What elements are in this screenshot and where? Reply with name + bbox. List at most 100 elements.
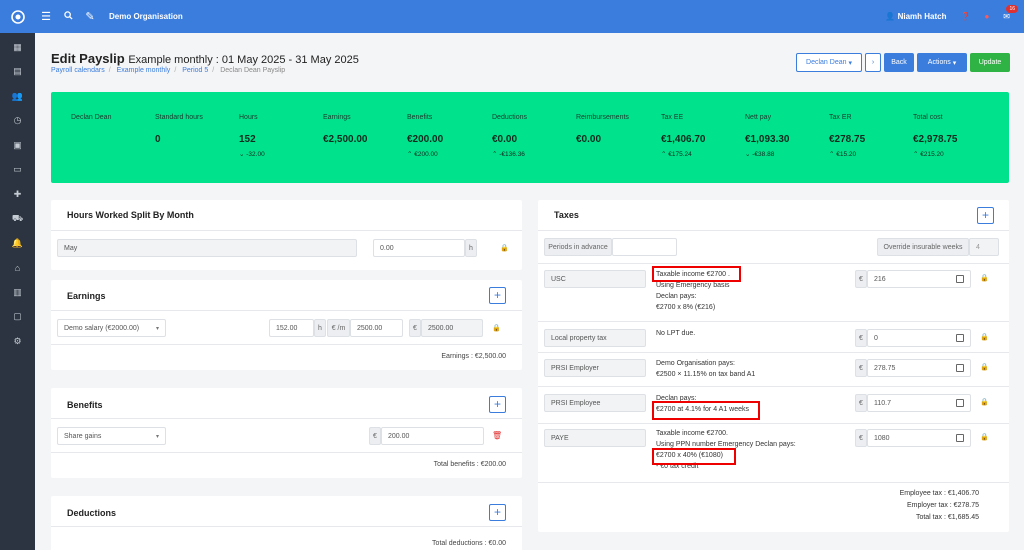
- lock-icon[interactable]: 🔒: [980, 433, 989, 441]
- earning-hours-unit: h: [314, 319, 326, 337]
- usc-override-checkbox[interactable]: [956, 275, 964, 283]
- taxes-card: Taxes + Periods in advance Override insu…: [538, 200, 1009, 532]
- dashboard-icon[interactable]: ▦: [0, 35, 35, 60]
- highlight-box: [652, 266, 741, 282]
- lpt-currency: €: [855, 329, 867, 347]
- caret-down-icon: ▾: [848, 59, 852, 67]
- benefit-amount-input[interactable]: 200.00: [381, 427, 484, 445]
- benefit-type-select[interactable]: Share gains ▾: [57, 427, 166, 445]
- employer-tax-total: Employer tax : €278.75: [907, 502, 979, 509]
- organisation-name[interactable]: Demo Organisation: [109, 12, 183, 21]
- earning-currency: €: [409, 319, 421, 337]
- plus-icon[interactable]: ✚: [0, 182, 35, 207]
- next-employee-button[interactable]: ›: [865, 53, 881, 72]
- plus-icon: +: [981, 208, 989, 222]
- summary-benefits: Benefits €200.00 ⌃ €200.00: [407, 114, 444, 158]
- highlight-box: [652, 448, 736, 465]
- paye-override-checkbox[interactable]: [956, 434, 964, 442]
- gear-icon[interactable]: ⚙: [0, 329, 35, 354]
- earning-rate-unit: € /m: [327, 319, 350, 337]
- lock-icon[interactable]: 🔒: [980, 363, 989, 371]
- help-icon[interactable]: ❓: [960, 12, 970, 21]
- search-icon[interactable]: [57, 10, 79, 23]
- menu-icon[interactable]: ☰: [35, 10, 57, 23]
- chart-icon[interactable]: ▥: [0, 280, 35, 305]
- add-benefit-button[interactable]: +: [489, 396, 506, 413]
- plus-icon: +: [493, 397, 501, 411]
- update-button[interactable]: Update: [970, 53, 1010, 72]
- month-hours-input[interactable]: 0.00: [373, 239, 465, 257]
- month-field: May: [57, 239, 357, 257]
- earning-type-select[interactable]: Demo salary (€2000.00) ▾: [57, 319, 166, 337]
- summary-reimbursements: Reimbursements €0.00: [576, 114, 629, 145]
- taxes-title: Taxes: [554, 210, 579, 220]
- lock-icon[interactable]: 🔒: [980, 398, 989, 406]
- pen-icon[interactable]: ✎: [79, 10, 101, 23]
- car-icon[interactable]: ⛟: [0, 207, 35, 232]
- actions-button[interactable]: Actions ▾: [917, 53, 967, 72]
- notification-badge: 16: [1006, 5, 1018, 13]
- deductions-total: Total deductions : €0.00: [432, 540, 506, 547]
- document-icon[interactable]: ▢: [0, 305, 35, 330]
- lock-icon[interactable]: 🔒: [980, 274, 989, 282]
- prsi-employer-override-checkbox[interactable]: [956, 364, 964, 372]
- top-bar: ☰ ✎ Demo Organisation 👤 Niamh Hatch ❓ ● …: [0, 0, 1024, 33]
- summary-earnings: Earnings €2,500.00: [323, 114, 368, 145]
- caret-down-icon: ▾: [155, 325, 159, 332]
- tax-name-prsi-employer: PRSI Employer: [544, 359, 646, 377]
- people-icon[interactable]: 👥: [0, 84, 35, 109]
- plus-icon: +: [493, 288, 501, 302]
- add-tax-button[interactable]: +: [977, 207, 994, 224]
- chevron-up-icon: ⌃: [913, 151, 919, 158]
- reports-icon[interactable]: ▤: [0, 60, 35, 85]
- clock-icon[interactable]: ◷: [0, 109, 35, 134]
- employee-select-button[interactable]: Declan Dean ▾: [796, 53, 862, 72]
- chevron-up-icon: ⌃: [829, 151, 835, 158]
- chevron-up-icon: ⌃: [661, 151, 667, 158]
- breadcrumb-payroll-calendars[interactable]: Payroll calendars: [51, 67, 105, 74]
- caret-down-icon: ▾: [952, 59, 957, 67]
- add-earning-button[interactable]: +: [489, 287, 506, 304]
- delete-benefit-icon[interactable]: 🗑: [492, 431, 502, 440]
- override-weeks-input[interactable]: 4: [969, 238, 999, 256]
- app-logo-icon[interactable]: [0, 0, 35, 33]
- prsi-employee-currency: €: [855, 394, 867, 412]
- back-button[interactable]: Back: [884, 53, 914, 72]
- breadcrumb-period[interactable]: Period 5: [182, 67, 208, 74]
- user-icon: 👤: [885, 12, 896, 21]
- earnings-title: Earnings: [67, 291, 106, 301]
- user-menu[interactable]: 👤 Niamh Hatch: [885, 12, 946, 21]
- mail-icon[interactable]: ✉ 16: [1003, 5, 1018, 21]
- employee-tax-total: Employee tax : €1,406.70: [899, 490, 979, 497]
- card-icon[interactable]: ▭: [0, 158, 35, 183]
- lpt-override-checkbox[interactable]: [956, 334, 964, 342]
- breadcrumb-example-monthly[interactable]: Example monthly: [117, 67, 171, 74]
- prsi-employee-override-checkbox[interactable]: [956, 399, 964, 407]
- benefits-card: Benefits + Share gains ▾ € 200.00 🗑 Total…: [51, 388, 522, 478]
- periods-in-advance-input[interactable]: [612, 238, 677, 256]
- briefcase-icon[interactable]: ▣: [0, 133, 35, 158]
- earnings-card: Earnings + Demo salary (€2000.00) ▾ 152.0…: [51, 280, 522, 370]
- deductions-card: Deductions + Total deductions : €0.00: [51, 496, 522, 550]
- summary-tax-er: Tax ER €278.75 ⌃ €15.20: [829, 114, 866, 158]
- lock-icon[interactable]: 🔒: [980, 333, 989, 341]
- bell-icon[interactable]: 🔔: [0, 231, 35, 256]
- lock-icon[interactable]: 🔒: [500, 244, 509, 252]
- prsi-employer-currency: €: [855, 359, 867, 377]
- breadcrumb: Payroll calendars / Example monthly / Peri…: [51, 67, 286, 74]
- earning-rate-input[interactable]: 2500.00: [350, 319, 403, 337]
- bell-icon[interactable]: ●: [984, 12, 989, 21]
- tax-name-prsi-employee: PRSI Employee: [544, 394, 646, 412]
- add-deduction-button[interactable]: +: [489, 504, 506, 521]
- hours-unit: h: [465, 239, 477, 257]
- page-title: Edit Payslip Example monthly : 01 May 20…: [51, 51, 359, 66]
- lock-icon[interactable]: 🔒: [492, 324, 501, 332]
- override-weeks-label: Override insurable weeks: [877, 238, 969, 256]
- earning-hours-input[interactable]: 152.00: [269, 319, 314, 337]
- plus-icon: +: [493, 505, 501, 519]
- chevron-down-icon: ⌄: [239, 151, 245, 158]
- bank-icon[interactable]: ⌂: [0, 256, 35, 281]
- tax-name-local-property-tax: Local property tax: [544, 329, 646, 347]
- periods-in-advance-label: Periods in advance: [544, 238, 612, 256]
- chevron-up-icon: ⌃: [407, 151, 413, 158]
